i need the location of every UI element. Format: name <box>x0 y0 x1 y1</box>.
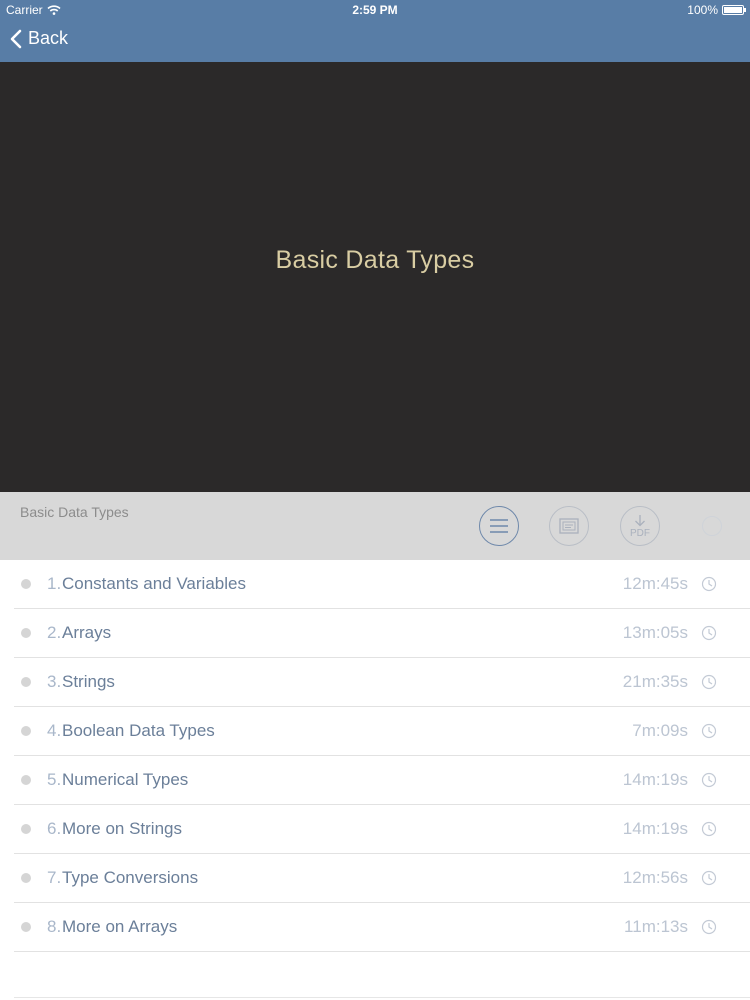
lesson-row[interactable]: 1. Constants and Variables 12m:45s <box>14 560 750 609</box>
lesson-status-dot <box>21 873 31 883</box>
battery-info: 100% <box>687 3 746 17</box>
lesson-duration: 7m:09s <box>632 721 688 740</box>
lesson-row[interactable]: 8. More on Arrays 11m:13s <box>14 903 750 952</box>
status-time: 2:59 PM <box>352 3 398 17</box>
clock-icon <box>701 723 717 739</box>
clock-icon <box>701 576 717 592</box>
lesson-row[interactable]: 4. Boolean Data Types 7m:09s <box>14 707 750 756</box>
lesson-status-dot <box>21 628 31 638</box>
clock-icon <box>701 625 717 641</box>
clock-icon <box>701 919 717 935</box>
clock-icon <box>701 870 717 886</box>
lesson-row[interactable]: 6. More on Strings 14m:19s <box>14 805 750 854</box>
battery-icon <box>722 5 746 15</box>
pdf-download-icon <box>635 514 645 526</box>
lesson-duration: 14m:19s <box>622 770 688 789</box>
lesson-number: 3. <box>47 672 62 691</box>
slides-button[interactable] <box>549 506 589 546</box>
lesson-duration: 12m:45s <box>622 574 688 593</box>
lesson-status-dot <box>21 824 31 834</box>
lesson-title: More on Arrays <box>62 917 178 936</box>
lesson-row[interactable]: 3. Strings 21m:35s <box>14 658 750 707</box>
lesson-row[interactable]: 7. Type Conversions 12m:56s <box>14 854 750 903</box>
lesson-status-dot <box>21 775 31 785</box>
list-button[interactable] <box>479 506 519 546</box>
navigation-bar: Back <box>0 20 750 62</box>
slides-icon <box>559 518 579 534</box>
pdf-label: PDF <box>630 527 650 539</box>
status-bar: Carrier 2:59 PM 100% <box>0 0 750 20</box>
lesson-status-dot <box>21 726 31 736</box>
chevron-left-icon <box>10 29 22 48</box>
battery-fill <box>724 7 742 13</box>
circle-button[interactable] <box>702 516 722 536</box>
clock-icon <box>701 821 717 837</box>
lesson-status-dot <box>21 677 31 687</box>
battery-percentage: 100% <box>687 3 718 17</box>
back-button[interactable]: Back <box>10 28 68 49</box>
back-label: Back <box>28 28 69 48</box>
list-icon <box>490 519 508 533</box>
lesson-number: 5. <box>47 770 62 789</box>
lesson-title: More on Strings <box>62 819 182 838</box>
lesson-number: 1. <box>47 574 62 593</box>
lesson-number: 8. <box>47 917 62 936</box>
lesson-row[interactable]: 5. Numerical Types 14m:19s <box>14 756 750 805</box>
lesson-list: 1. Constants and Variables 12m:45s 2. Arrays… <box>14 560 750 952</box>
lesson-duration: 12m:56s <box>622 868 688 887</box>
lesson-row[interactable]: 2. Arrays 13m:05s <box>14 609 750 658</box>
lesson-number: 2. <box>47 623 62 642</box>
lesson-title: Arrays <box>62 623 112 642</box>
clock-icon <box>701 674 717 690</box>
lesson-number: 6. <box>47 819 62 838</box>
lesson-status-dot <box>21 922 31 932</box>
video-title: Basic Data Types <box>275 246 475 274</box>
bottom-divider <box>14 997 750 998</box>
pdf-download-button[interactable]: PDF <box>620 506 660 546</box>
lesson-title: Boolean Data Types <box>62 721 215 740</box>
lesson-duration: 13m:05s <box>622 623 688 642</box>
video-player[interactable]: Basic Data Types <box>0 62 750 492</box>
lesson-duration: 21m:35s <box>622 672 688 691</box>
lesson-number: 7. <box>47 868 62 887</box>
lesson-duration: 11m:13s <box>624 917 688 936</box>
lesson-title: Constants and Variables <box>62 574 246 593</box>
lesson-title: Strings <box>62 672 115 691</box>
lesson-duration: 14m:19s <box>622 819 688 838</box>
lesson-number: 4. <box>47 721 62 740</box>
section-header: Basic Data Types PDF <box>0 492 750 560</box>
lesson-title: Numerical Types <box>62 770 189 789</box>
clock-icon <box>701 772 717 788</box>
lesson-status-dot <box>21 579 31 589</box>
lesson-title: Type Conversions <box>62 868 199 887</box>
section-title: Basic Data Types <box>20 504 129 520</box>
